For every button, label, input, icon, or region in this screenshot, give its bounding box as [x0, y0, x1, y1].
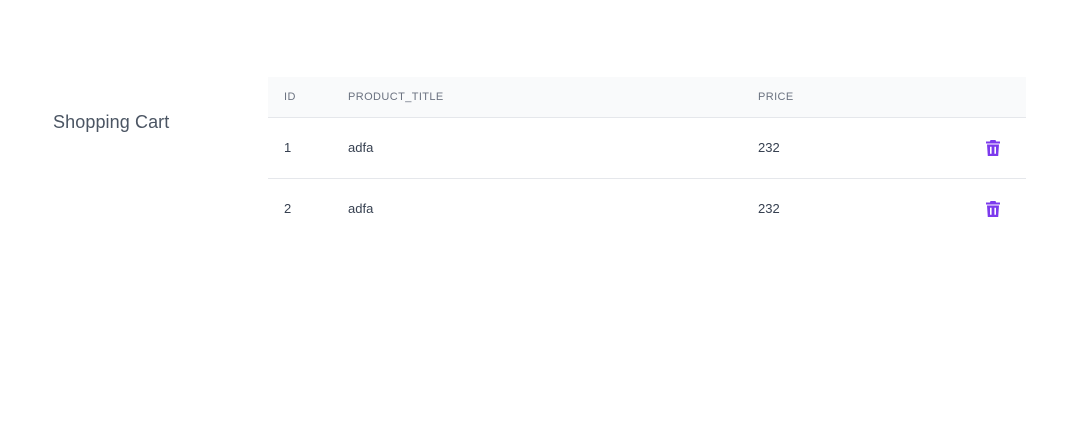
page-title: Shopping Cart	[53, 112, 170, 132]
cell-actions	[958, 177, 1026, 239]
cell-price: 232	[758, 177, 958, 239]
cell-id: 2	[268, 177, 348, 239]
cell-product-title: adfa	[348, 140, 374, 155]
trash-icon	[986, 139, 1000, 156]
table-header-row: ID PRODUCT_TITLE PRICE	[268, 77, 1026, 118]
cell-product-title: adfa	[348, 177, 758, 239]
trash-icon	[986, 200, 1000, 217]
cell-id: 1	[284, 140, 292, 155]
cart-table: ID PRODUCT_TITLE PRICE 1 adfa 232 2 adfa…	[268, 77, 1026, 239]
cell-actions	[958, 117, 1026, 178]
column-header-product-title: PRODUCT_TITLE	[348, 77, 758, 118]
table-body: 1 adfa 232 2 adfa 232	[268, 117, 1026, 239]
table-header: ID PRODUCT_TITLE PRICE	[268, 77, 1026, 118]
page: Shopping Cart ID PRODUCT_TITLE PRICE 1 a…	[0, 0, 1085, 424]
column-header-price: PRICE	[758, 77, 958, 118]
table-row: 2 adfa 232	[268, 177, 1026, 239]
cell-price: 232	[758, 140, 780, 155]
delete-item-button[interactable]	[981, 136, 1005, 160]
column-header-id: ID	[268, 77, 348, 118]
table-row: 1 adfa 232	[268, 117, 1026, 178]
delete-item-button[interactable]	[981, 197, 1005, 221]
column-header-actions	[958, 77, 1026, 118]
